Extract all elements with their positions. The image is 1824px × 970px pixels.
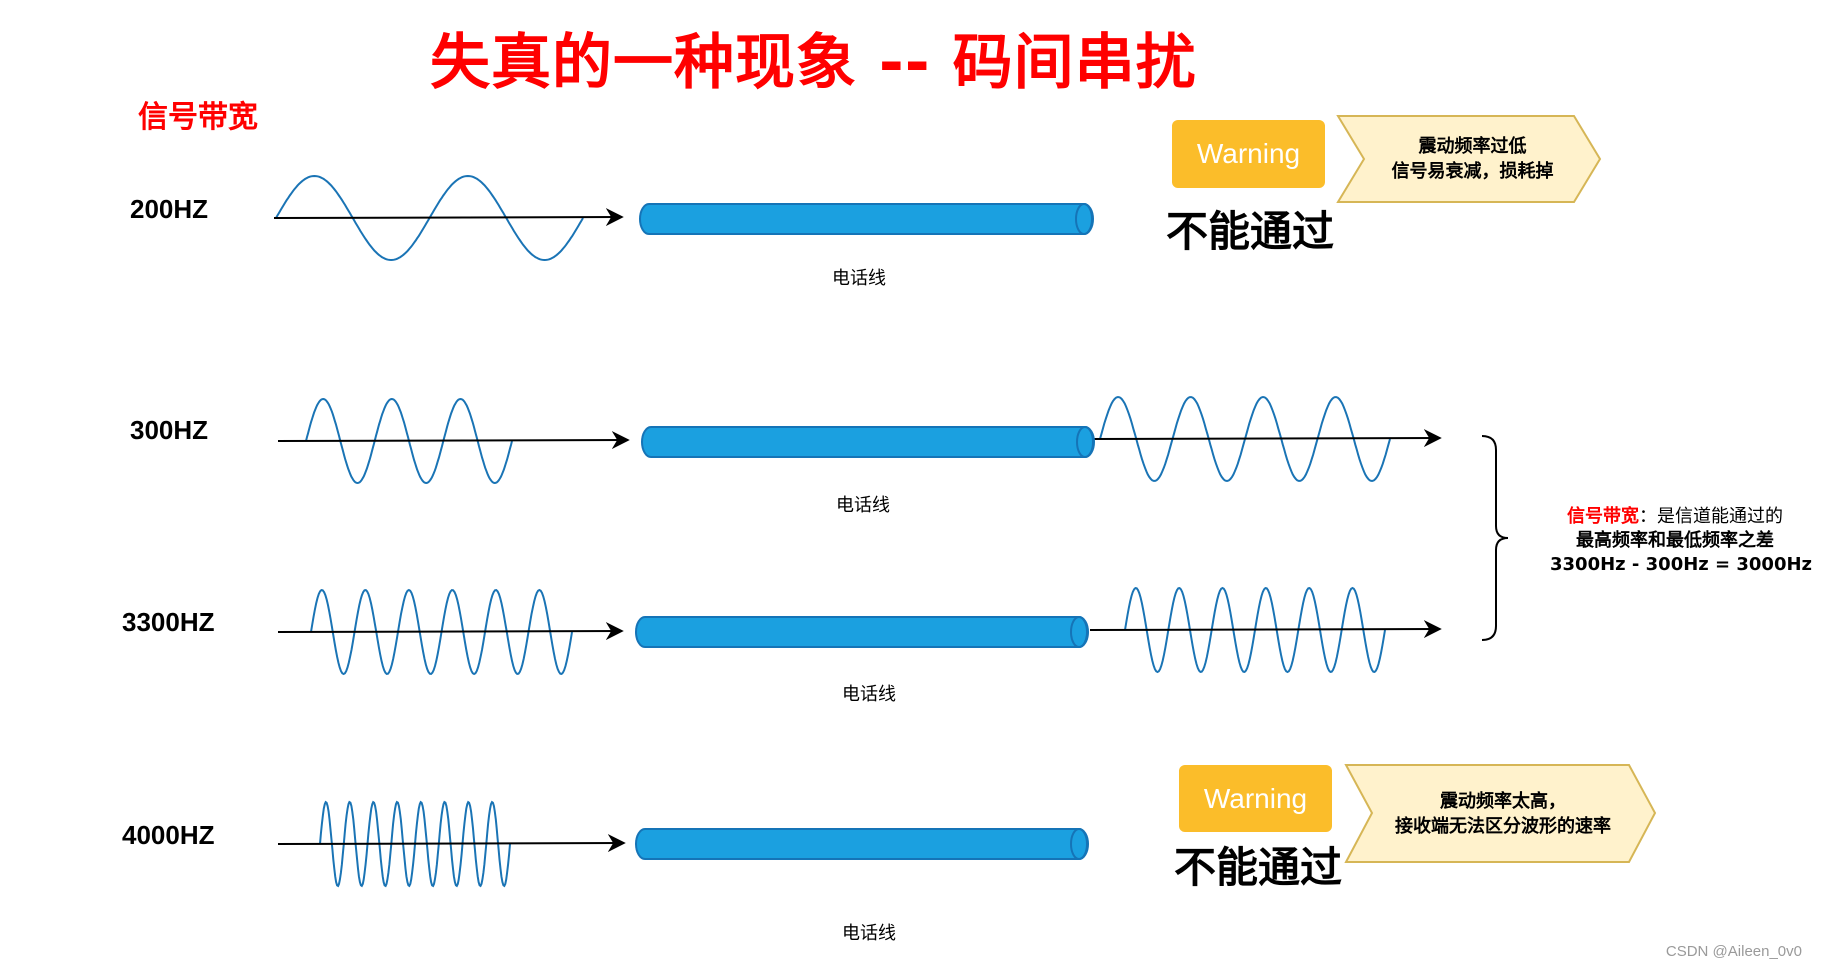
- signal-direction-arrow: [277, 834, 626, 853]
- signal-direction-arrow: [1089, 429, 1442, 448]
- blocked-status: 不能通过: [1174, 843, 1343, 892]
- callout-line: 震动频率过低: [1418, 136, 1527, 157]
- page-title: 失真的一种现象 -- 码间串扰: [430, 28, 1197, 98]
- watermark: CSDN @Aileen_0v0: [1665, 943, 1802, 960]
- cable-label: 电话线: [832, 268, 886, 289]
- callout-low-frequency-text: 震动频率过低 信号易衰减，损耗掉: [1370, 134, 1575, 184]
- bandwidth-brace: [1481, 435, 1509, 641]
- cable-label: 电话线: [836, 495, 890, 516]
- bandwidth-note: 信号带宽：是信道能通过的 最高频率和最低频率之差 3300Hz - 300Hz …: [1550, 505, 1813, 577]
- callout-line: 接收端无法区分波形的速率: [1395, 816, 1611, 837]
- bandwidth-calculation: 3300Hz - 300Hz = 3000Hz: [1550, 554, 1813, 575]
- phone-line-cable: [639, 203, 1094, 235]
- phone-line-cable: [641, 426, 1095, 458]
- bandwidth-definition: ：是信道能通过的: [1639, 506, 1783, 527]
- phone-line-cable: [635, 616, 1089, 648]
- blocked-status: 不能通过: [1166, 207, 1335, 256]
- frequency-label-300hz: 300HZ: [130, 415, 209, 445]
- signal-direction-arrow: [277, 622, 624, 641]
- warning-badge: Warning: [1179, 765, 1332, 832]
- cable-label: 电话线: [842, 684, 896, 705]
- callout-line: 震动频率太高，: [1440, 791, 1566, 812]
- signal-direction-arrow: [277, 431, 630, 450]
- phone-line-cable: [635, 828, 1089, 860]
- frequency-label-4000hz: 4000HZ: [122, 820, 215, 850]
- callout-line: 信号易衰减，损耗掉: [1391, 161, 1554, 182]
- bandwidth-term: 信号带宽: [1567, 506, 1639, 527]
- cable-label: 电话线: [842, 923, 896, 944]
- signal-direction-arrow: [1089, 620, 1442, 639]
- warning-badge: Warning: [1172, 120, 1325, 188]
- section-subtitle: 信号带宽: [138, 100, 258, 135]
- callout-high-frequency-text: 震动频率太高， 接收端无法区分波形的速率: [1372, 789, 1634, 839]
- signal-direction-arrow: [273, 208, 624, 227]
- frequency-label-3300hz: 3300HZ: [122, 607, 215, 637]
- bandwidth-definition-line2: 最高频率和最低频率之差: [1576, 530, 1774, 551]
- frequency-label-200hz: 200HZ: [130, 194, 209, 224]
